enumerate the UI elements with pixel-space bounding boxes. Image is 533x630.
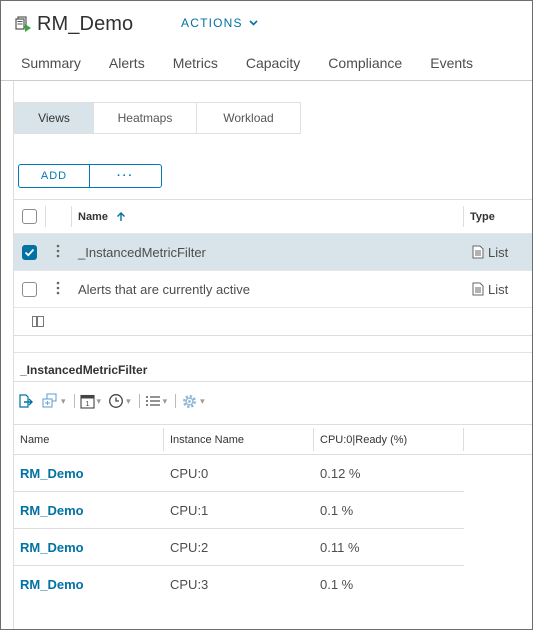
column-divider xyxy=(163,428,164,451)
column-divider xyxy=(313,428,314,451)
view-name: _InstancedMetricFilter xyxy=(78,244,206,260)
add-dashboard-icon xyxy=(42,393,57,408)
views-toggle[interactable]: Views xyxy=(15,103,94,133)
cpu-ready-value: 0.1 % xyxy=(320,503,354,518)
view-type: List xyxy=(472,282,508,297)
view-type-switch: Views Heatmaps Workload xyxy=(14,102,301,134)
toolbar-separator xyxy=(175,394,177,408)
export-icon xyxy=(19,394,33,408)
object-name-link[interactable]: RM_Demo xyxy=(20,466,84,481)
time-button[interactable]: ▾ xyxy=(108,393,131,409)
heatmaps-toggle[interactable]: Heatmaps xyxy=(94,103,197,133)
object-tabs: Summary Alerts Metrics Capacity Complian… xyxy=(1,45,532,81)
date-range-button[interactable]: 1 ▾ xyxy=(79,393,101,409)
table-row: RM_Demo CPU:1 0.1 % xyxy=(14,492,532,529)
workload-toggle[interactable]: Workload xyxy=(197,103,300,133)
table-row[interactable]: Alerts that are currently active List xyxy=(14,271,532,308)
tab-alerts[interactable]: Alerts xyxy=(109,45,145,80)
list-icon xyxy=(145,396,160,406)
views-grid-footer xyxy=(14,308,532,336)
window-frame: RM_Demo ACTIONS Summary Alerts Metrics C… xyxy=(0,0,533,630)
metrics-grid-header: Name Instance Name CPU:0|Ready (%) xyxy=(14,425,532,455)
instance-name: CPU:3 xyxy=(170,577,209,592)
detail-title-text: _InstancedMetricFilter xyxy=(20,363,148,377)
object-name-link[interactable]: RM_Demo xyxy=(20,540,84,555)
settings-button[interactable]: ▾ xyxy=(181,393,205,410)
column-divider xyxy=(463,206,464,227)
tab-compliance[interactable]: Compliance xyxy=(328,45,402,80)
instance-column-header[interactable]: Instance Name xyxy=(170,434,244,446)
cpu-ready-value: 0.1 % xyxy=(320,577,354,592)
arrow-up-icon xyxy=(116,211,125,221)
tab-summary[interactable]: Summary xyxy=(21,45,81,80)
chevron-down-icon xyxy=(249,20,258,26)
column-divider xyxy=(71,206,72,227)
actions-label: ACTIONS xyxy=(181,16,243,30)
table-row: RM_Demo CPU:0 0.12 % xyxy=(14,455,532,492)
instance-name: CPU:2 xyxy=(170,540,209,555)
cpu-ready-value: 0.12 % xyxy=(320,466,361,481)
cpu-ready-column-header[interactable]: CPU:0|Ready (%) xyxy=(320,434,407,446)
gear-icon xyxy=(183,394,197,408)
column-divider xyxy=(463,428,464,451)
clock-icon xyxy=(109,394,124,408)
view-type-label: List xyxy=(488,281,509,297)
row-checkbox[interactable] xyxy=(22,244,37,260)
instance-name: CPU:0 xyxy=(170,466,209,481)
group-by-button[interactable]: ▾ xyxy=(145,394,167,408)
views-grid: Name Type _InstancedMetricFilter List Al… xyxy=(14,199,532,336)
detail-title: _InstancedMetricFilter xyxy=(20,363,147,377)
object-name-link[interactable]: RM_Demo xyxy=(20,577,84,592)
type-column-header[interactable]: Type xyxy=(470,211,495,223)
row-kebab-menu-icon[interactable] xyxy=(54,281,62,297)
list-document-icon xyxy=(472,282,484,296)
more-actions-button[interactable]: ··· xyxy=(90,165,161,187)
table-row[interactable]: _InstancedMetricFilter List xyxy=(14,234,532,271)
row-kebab-menu-icon[interactable] xyxy=(54,244,62,260)
list-document-icon xyxy=(472,245,484,259)
object-name-link[interactable]: RM_Demo xyxy=(20,503,84,518)
toolbar-separator xyxy=(73,394,75,408)
detail-toolbar: ▾ 1 ▾ ▾ ▾ ▾ xyxy=(18,390,208,412)
view-type-label: List xyxy=(488,244,509,260)
export-button[interactable] xyxy=(18,393,34,409)
view-type: List xyxy=(472,245,508,260)
views-grid-header: Name Type xyxy=(14,200,532,234)
actions-menu-button[interactable]: ACTIONS xyxy=(181,16,258,30)
svg-text:1: 1 xyxy=(85,401,89,408)
table-row: RM_Demo CPU:3 0.1 % xyxy=(14,566,532,603)
select-all-checkbox[interactable] xyxy=(22,209,37,224)
name-column-header[interactable]: Name xyxy=(20,434,49,446)
page-header: RM_Demo xyxy=(15,9,133,39)
add-button[interactable]: ADD xyxy=(19,165,90,187)
section-divider xyxy=(14,352,532,353)
column-toggle-icon[interactable] xyxy=(32,316,44,327)
name-column-label: Name xyxy=(78,210,108,223)
cpu-ready-value: 0.11 % xyxy=(320,540,360,555)
title-divider xyxy=(14,381,532,382)
row-checkbox[interactable] xyxy=(22,281,37,297)
metrics-grid: Name Instance Name CPU:0|Ready (%) RM_De… xyxy=(14,424,532,603)
instance-name: CPU:1 xyxy=(170,503,209,518)
views-action-group: ADD ··· xyxy=(18,164,162,188)
add-to-dashboard-button[interactable]: ▾ xyxy=(41,393,66,409)
view-name: Alerts that are currently active xyxy=(78,281,250,297)
page-title: RM_Demo xyxy=(37,12,134,35)
toolbar-separator xyxy=(138,394,140,408)
column-divider xyxy=(45,206,46,227)
table-row: RM_Demo CPU:2 0.11 % xyxy=(14,529,532,566)
name-column-header[interactable]: Name xyxy=(78,211,127,223)
virtual-machine-icon xyxy=(15,15,33,33)
calendar-icon: 1 xyxy=(79,394,95,409)
tab-events[interactable]: Events xyxy=(430,45,473,80)
tab-capacity[interactable]: Capacity xyxy=(246,45,300,80)
tab-metrics[interactable]: Metrics xyxy=(173,45,218,80)
